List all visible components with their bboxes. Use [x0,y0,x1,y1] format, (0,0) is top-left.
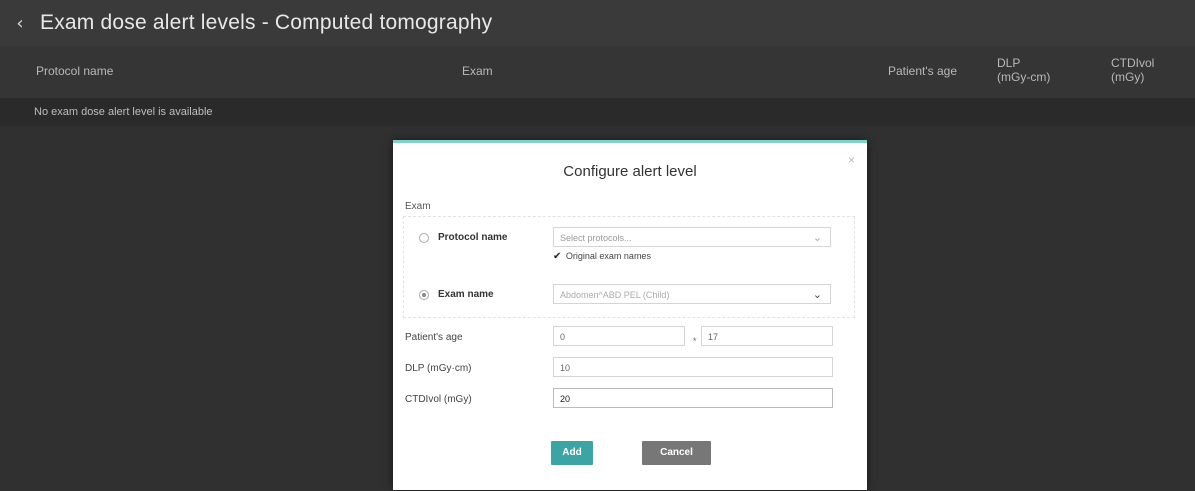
column-dlp-line1: DLP [997,56,1021,70]
dlp-input[interactable]: 10 [553,357,833,377]
protocol-name-radio[interactable] [419,233,429,243]
table-header: Protocol name Exam Patient's age DLP (mG… [0,46,1195,98]
exam-name-radio[interactable] [419,290,429,300]
column-patient-age[interactable]: Patient's age [888,64,957,78]
close-icon[interactable]: × [848,153,855,167]
original-exam-names-label: Original exam names [565,251,651,261]
cancel-button[interactable]: Cancel [642,441,711,465]
column-ctdivol-line2: (mGy) [1111,70,1145,84]
chevron-left-icon[interactable]: ‹ [0,13,40,34]
page-title: Exam dose alert levels - Computed tomogr… [40,11,493,34]
age-separator: * [693,336,697,346]
column-ctdivol-line1: CTDIvol [1111,56,1155,70]
exam-name-label: Exam name [438,289,494,300]
patient-age-label: Patient's age [405,332,463,343]
ctdivol-input[interactable]: 20 [553,388,833,408]
column-dlp-line2: (mGy-cm) [997,70,1051,84]
exam-section-label: Exam [405,201,431,212]
original-exam-names-checkbox[interactable]: ✔ Original exam names [553,251,651,262]
title-bar: ‹ Exam dose alert levels - Computed tomo… [0,0,1195,46]
column-protocol-name[interactable]: Protocol name [36,64,113,78]
chevron-down-icon: ⌄ [812,232,822,244]
exam-name-select-value: Abdomen^ABD PEL (Child) [560,290,670,300]
chevron-down-icon: ⌄ [812,289,822,301]
empty-table-row: No exam dose alert level is available [0,98,1195,126]
configure-alert-dialog: Configure alert level × Exam Protocol na… [393,140,867,490]
add-button[interactable]: Add [551,441,593,465]
dlp-label: DLP (mGy·cm) [405,363,472,374]
protocol-select-value: Select protocols... [560,233,632,243]
column-exam[interactable]: Exam [462,64,493,78]
dialog-title: Configure alert level [563,163,697,180]
column-dlp[interactable]: DLP (mGy-cm) [997,56,1050,84]
checkmark-icon: ✔ [553,251,562,262]
ctdivol-label: CTDIvol (mGy) [405,394,472,405]
age-to-input[interactable]: 17 [701,326,833,346]
exam-name-select[interactable]: Abdomen^ABD PEL (Child) ⌄ [553,284,831,304]
column-ctdivol[interactable]: CTDIvol (mGy) [1111,56,1154,84]
empty-message: No exam dose alert level is available [34,106,213,118]
protocol-select[interactable]: Select protocols... ⌄ [553,227,831,247]
protocol-name-label: Protocol name [438,232,508,243]
age-from-input[interactable]: 0 [553,326,685,346]
